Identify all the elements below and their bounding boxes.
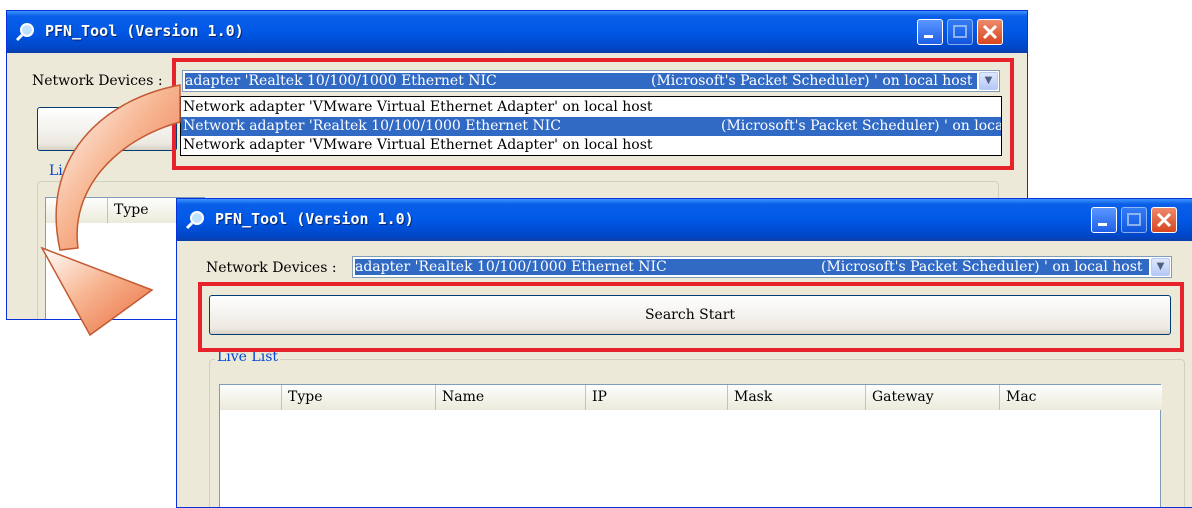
maximize-icon xyxy=(1127,213,1141,226)
combo-selected-value: adapter 'Realtek 10/100/1000 Ethernet NI… xyxy=(355,259,1149,275)
chevron-down-icon[interactable]: ▼ xyxy=(1151,258,1170,276)
top-title-bar[interactable]: PFN_Tool (Version 1.0) xyxy=(7,11,1027,53)
highlight-box-dropdown xyxy=(172,58,1014,170)
close-button[interactable] xyxy=(1151,207,1177,233)
combo-selected-right: (Microsoft's Packet Scheduler) ' on loca… xyxy=(821,259,1143,275)
column-header-blank[interactable] xyxy=(220,385,282,410)
column-header-gateway[interactable]: Gateway xyxy=(866,385,1000,410)
curved-arrow-icon xyxy=(40,84,181,337)
minimize-icon xyxy=(1098,223,1107,226)
live-list-table: Type Name IP Mask Gateway Mac xyxy=(219,384,1162,507)
minimize-icon xyxy=(924,35,933,38)
close-button[interactable] xyxy=(977,19,1003,45)
bottom-title-bar[interactable]: PFN_Tool (Version 1.0) xyxy=(177,199,1192,241)
network-devices-combo[interactable]: adapter 'Realtek 10/100/1000 Ethernet NI… xyxy=(352,256,1172,278)
column-header-mask[interactable]: Mask xyxy=(728,385,866,410)
column-header-name[interactable]: Name xyxy=(436,385,586,410)
minimize-button[interactable] xyxy=(917,19,943,45)
highlight-box-search xyxy=(198,282,1184,352)
column-header-type[interactable]: Type xyxy=(282,385,436,410)
minimize-button[interactable] xyxy=(1091,207,1117,233)
magnifier-icon xyxy=(15,23,34,42)
close-icon xyxy=(1156,212,1172,228)
column-header-ip[interactable]: IP xyxy=(586,385,728,410)
maximize-button[interactable] xyxy=(947,19,973,45)
close-icon xyxy=(982,24,998,40)
window-title: PFN_Tool (Version 1.0) xyxy=(45,22,244,40)
maximize-icon xyxy=(953,25,967,38)
column-header-mac[interactable]: Mac xyxy=(1000,385,1162,410)
maximize-button[interactable] xyxy=(1121,207,1147,233)
bottom-window: PFN_Tool (Version 1.0) Network Devices :… xyxy=(176,198,1192,508)
combo-selected-left: adapter 'Realtek 10/100/1000 Ethernet NI… xyxy=(355,259,667,275)
